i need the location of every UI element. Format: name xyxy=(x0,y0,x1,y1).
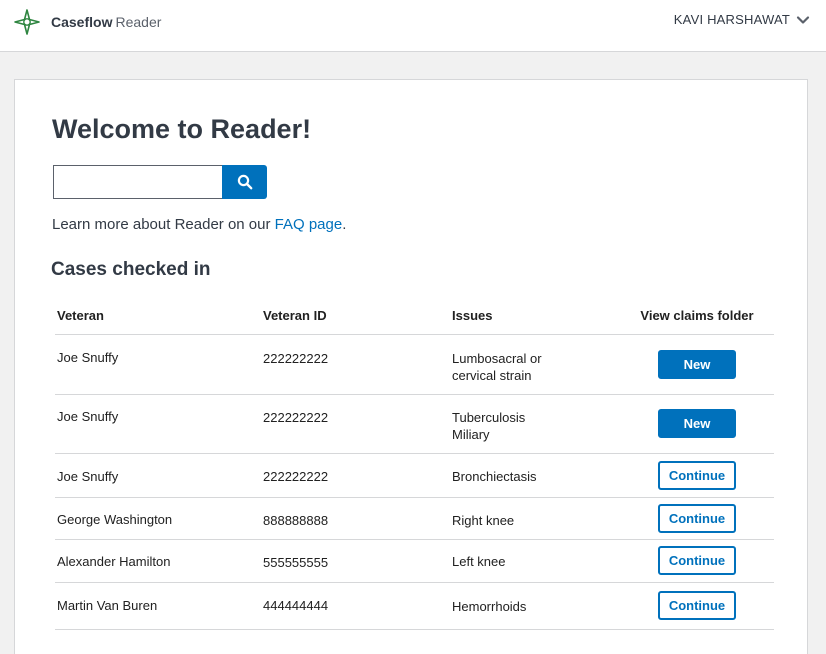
caseflow-logo-icon[interactable] xyxy=(14,9,40,35)
action-cell: New xyxy=(620,334,774,395)
issue-line: Hemorrhoids xyxy=(450,582,620,630)
veteran-name: Joe Snuffy xyxy=(55,453,261,498)
faq-suffix: . xyxy=(342,216,347,233)
issue-line: Miliary xyxy=(452,426,490,442)
issue-line: Bronchiectasis xyxy=(450,453,620,498)
table-row: Alexander Hamilton 555555555 Left knee C… xyxy=(55,539,774,583)
veteran-name: Alexander Hamilton xyxy=(55,539,261,583)
continue-button[interactable]: Continue xyxy=(658,460,736,490)
continue-button[interactable]: Continue xyxy=(658,591,736,620)
issue-line: Left knee xyxy=(450,539,620,583)
reader-main-card: Welcome to Reader! Learn more about Read… xyxy=(14,79,808,654)
continue-button[interactable]: Continue xyxy=(658,503,736,533)
search-button[interactable] xyxy=(222,165,267,199)
faq-link[interactable]: FAQ page xyxy=(275,216,343,233)
veteran-name: Martin Van Buren xyxy=(55,582,261,630)
veteran-name: Joe Snuffy xyxy=(55,334,261,395)
app-brand[interactable]: Caseflow Reader xyxy=(51,14,161,30)
action-cell: Continue xyxy=(620,497,774,540)
issue-cell: Lumbosacral or cervical strain xyxy=(450,334,620,395)
user-name: KAVI HARSHAWAT xyxy=(673,12,790,27)
table-header-row: Veteran Veteran ID Issues View claims fo… xyxy=(55,298,774,335)
search-bar xyxy=(53,165,267,199)
issue-line: Right knee xyxy=(450,497,620,540)
search-icon xyxy=(237,174,252,190)
page-title: Welcome to Reader! xyxy=(52,114,312,144)
header-view-claims-folder: View claims folder xyxy=(620,298,774,335)
action-cell: New xyxy=(620,394,774,454)
user-menu[interactable]: KAVI HARSHAWAT xyxy=(674,12,810,27)
new-button[interactable]: New xyxy=(658,409,736,438)
cases-table: Veteran Veteran ID Issues View claims fo… xyxy=(55,298,774,630)
app-subname: Reader xyxy=(115,14,162,30)
issue-line: Tuberculosis xyxy=(452,409,526,425)
faq-text: Learn more about Reader on our FAQ page. xyxy=(52,215,346,235)
issue-line: Lumbosacral or xyxy=(452,350,542,366)
cases-section-title: Cases checked in xyxy=(51,259,211,280)
action-cell: Continue xyxy=(620,539,774,583)
chevron-down-icon xyxy=(796,15,810,24)
issue-cell: Tuberculosis Miliary xyxy=(450,394,620,454)
veteran-name: George Washington xyxy=(55,497,261,540)
veteran-id: 444444444 xyxy=(261,582,450,630)
table-row: Martin Van Buren 444444444 Hemorrhoids C… xyxy=(55,582,774,630)
app-name: Caseflow xyxy=(51,14,113,30)
top-navigation-bar: Caseflow Reader KAVI HARSHAWAT xyxy=(0,0,826,52)
veteran-id: 222222222 xyxy=(261,453,450,498)
issue-line: cervical strain xyxy=(452,367,532,383)
table-row: Joe Snuffy 222222222 Tuberculosis Miliary… xyxy=(55,394,774,454)
table-row: George Washington 888888888 Right knee C… xyxy=(55,497,774,540)
header-issues: Issues xyxy=(450,298,620,335)
veteran-name: Joe Snuffy xyxy=(55,394,261,454)
veteran-id: 222222222 xyxy=(261,394,450,454)
action-cell: Continue xyxy=(620,453,774,498)
veteran-id: 888888888 xyxy=(261,497,450,540)
search-input[interactable] xyxy=(53,165,222,199)
faq-prefix: Learn more about Reader on our xyxy=(52,216,275,233)
continue-button[interactable]: Continue xyxy=(658,546,736,575)
new-button[interactable]: New xyxy=(658,349,736,379)
veteran-id: 222222222 xyxy=(261,334,450,395)
table-row: Joe Snuffy 222222222 Bronchiectasis Cont… xyxy=(55,453,774,498)
header-veteran: Veteran xyxy=(55,298,261,335)
table-row: Joe Snuffy 222222222 Lumbosacral or cervi… xyxy=(55,334,774,395)
action-cell: Continue xyxy=(620,582,774,630)
header-veteran-id: Veteran ID xyxy=(261,298,450,335)
veteran-id: 555555555 xyxy=(261,539,450,583)
